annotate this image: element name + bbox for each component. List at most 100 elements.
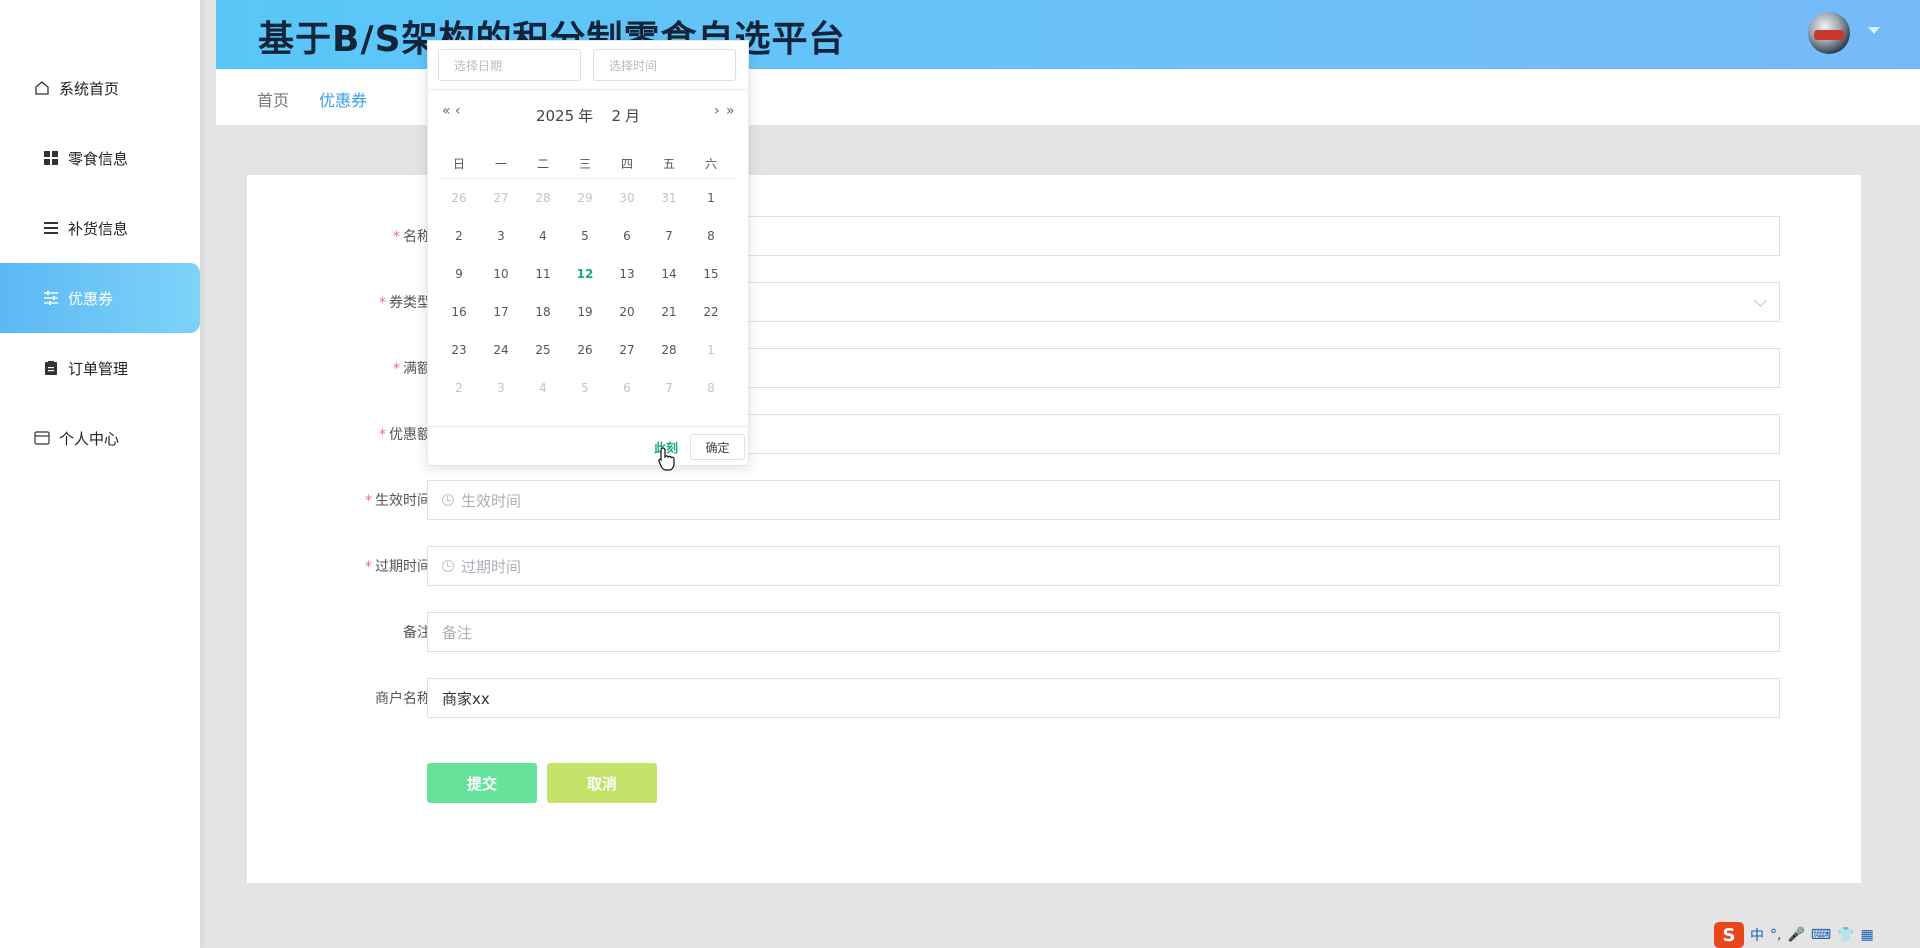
sidebar-item-restock[interactable]: 补货信息 (0, 193, 200, 263)
calendar-day[interactable]: 20 (606, 293, 648, 331)
calendar-day[interactable]: 19 (564, 293, 606, 331)
calendar-day[interactable]: 30 (606, 179, 648, 217)
calendar-day[interactable]: 27 (606, 331, 648, 369)
sidebar-item-label: 系统首页 (59, 79, 120, 98)
calendar-day[interactable]: 1 (690, 331, 732, 369)
toolbox-icon[interactable]: ▦ (1861, 927, 1874, 943)
calendar-day[interactable]: 31 (648, 179, 690, 217)
datetime-picker-popup: 选择日期 选择时间 « ‹ 2025 年 2月 › » 日一二三四五六 26 27 2… (427, 40, 749, 466)
calendar-day[interactable]: 10 (480, 255, 522, 293)
weekday-label: 日 (452, 157, 465, 171)
calendar-day[interactable]: 6 (606, 369, 648, 407)
sidebar-item-snacks[interactable]: 零食信息 (0, 123, 200, 193)
sidebar-item-home[interactable]: 系统首页 (0, 53, 200, 123)
breadcrumb-home[interactable]: 首页 (257, 87, 289, 111)
calendar-day[interactable]: 27 (480, 179, 522, 217)
field-label: 商户名称 (375, 691, 431, 707)
calendar-day[interactable]: 8 (690, 217, 732, 255)
calendar-day[interactable]: 11 (522, 255, 564, 293)
calendar-day[interactable]: 2 (438, 217, 480, 255)
cancel-button[interactable]: 取消 (547, 763, 657, 803)
calendar-week: 2345678 (438, 217, 738, 255)
calendar-day[interactable]: 24 (480, 331, 522, 369)
next-month-icon[interactable]: › (714, 103, 719, 119)
calendar-day[interactable]: 16 (438, 293, 480, 331)
start-time-input[interactable]: 生效时间 (427, 480, 1780, 520)
calendar-day[interactable]: 28 (522, 179, 564, 217)
calendar-day[interactable]: 17 (480, 293, 522, 331)
form-row-merchant: 商户名称 商家xx (247, 678, 1861, 718)
remark-input[interactable]: 备注 (427, 612, 1780, 652)
weekday-label: 六 (704, 157, 717, 171)
calendar-day[interactable]: 6 (606, 217, 648, 255)
calendar-day[interactable]: 5 (564, 217, 606, 255)
ime-mode[interactable]: 中 (1750, 925, 1764, 945)
sogou-logo-icon[interactable]: S (1714, 922, 1744, 948)
weekday-label: 四 (620, 157, 633, 171)
calendar-day[interactable]: 3 (480, 369, 522, 407)
punctuation-mode[interactable]: °, (1770, 927, 1781, 943)
field-label: * 过期时间 (365, 559, 431, 575)
sidebar-item-label: 补货信息 (68, 219, 129, 238)
grid-icon (42, 149, 60, 167)
calendar-day[interactable]: 8 (690, 369, 732, 407)
skin-icon[interactable]: 👕 (1837, 927, 1854, 943)
calendar-day[interactable]: 3 (480, 217, 522, 255)
chevron-down-icon[interactable] (1868, 27, 1880, 34)
calendar-day[interactable]: 1 (690, 179, 732, 217)
sidebar-item-coupon[interactable]: 优惠券 (0, 263, 200, 333)
avatar[interactable] (1808, 12, 1850, 54)
calendar-day[interactable]: 26 (564, 331, 606, 369)
calendar-day[interactable]: 29 (564, 179, 606, 217)
divider (428, 426, 748, 427)
calendar-day[interactable]: 15 (690, 255, 732, 293)
end-time-input[interactable]: 过期时间 (427, 546, 1780, 586)
sidebar-item-orders[interactable]: 订单管理 (0, 333, 200, 403)
calendar-day[interactable]: 22 (690, 293, 732, 331)
sidebar-item-label: 订单管理 (68, 359, 129, 378)
sidebar-item-label: 优惠券 (68, 289, 114, 308)
calendar-day[interactable]: 25 (522, 331, 564, 369)
form-row-end: * 过期时间 过期时间 (247, 546, 1861, 586)
weekday-header: 日一二三四五六 (438, 151, 738, 179)
sidebar-item-label: 零食信息 (68, 149, 129, 168)
calendar-day[interactable]: 23 (438, 331, 480, 369)
picker-year[interactable]: 2025 (536, 107, 574, 125)
calendar-week: 16 17 18 19 20 21 22 (438, 293, 738, 331)
calendar-day[interactable]: 7 (648, 217, 690, 255)
confirm-button[interactable]: 确定 (690, 434, 745, 460)
chevron-down-icon (1754, 294, 1767, 307)
sidebar-item-profile[interactable]: 个人中心 (0, 403, 200, 473)
picker-time-input[interactable]: 选择时间 (593, 49, 736, 81)
calendar-day[interactable]: 9 (438, 255, 480, 293)
calendar-week: 9 10 11 12 13 14 15 (438, 255, 738, 293)
microphone-icon[interactable]: 🎤 (1787, 927, 1804, 943)
calendar-day[interactable]: 2 (438, 369, 480, 407)
calendar-day[interactable]: 7 (648, 369, 690, 407)
keyboard-icon[interactable]: ⌨ (1811, 927, 1831, 943)
calendar-day[interactable]: 4 (522, 369, 564, 407)
calendar-day[interactable]: 21 (648, 293, 690, 331)
field-label: * 满额 (393, 361, 431, 377)
picker-month[interactable]: 2 (611, 107, 621, 125)
weekday-label: 三 (578, 157, 591, 171)
breadcrumb-current: 优惠券 (319, 91, 368, 110)
calendar-day[interactable]: 13 (606, 255, 648, 293)
clock-icon (442, 494, 454, 506)
calendar-day[interactable]: 14 (648, 255, 690, 293)
calendar-day[interactable]: 5 (564, 369, 606, 407)
picker-date-input[interactable]: 选择日期 (438, 49, 581, 81)
merchant-input[interactable]: 商家xx (427, 678, 1780, 718)
clock-icon (442, 560, 454, 572)
next-year-icon[interactable]: » (726, 103, 734, 119)
calendar-day[interactable]: 12 (564, 255, 606, 293)
calendar-day[interactable]: 18 (522, 293, 564, 331)
weekday-label: 二 (536, 157, 549, 171)
field-label: * 名称 (393, 229, 431, 245)
submit-button[interactable]: 提交 (427, 763, 537, 803)
calendar-day[interactable]: 4 (522, 217, 564, 255)
divider (428, 89, 748, 90)
calendar-day[interactable]: 28 (648, 331, 690, 369)
sidebar-item-label: 个人中心 (59, 429, 120, 448)
calendar-day[interactable]: 26 (438, 179, 480, 217)
